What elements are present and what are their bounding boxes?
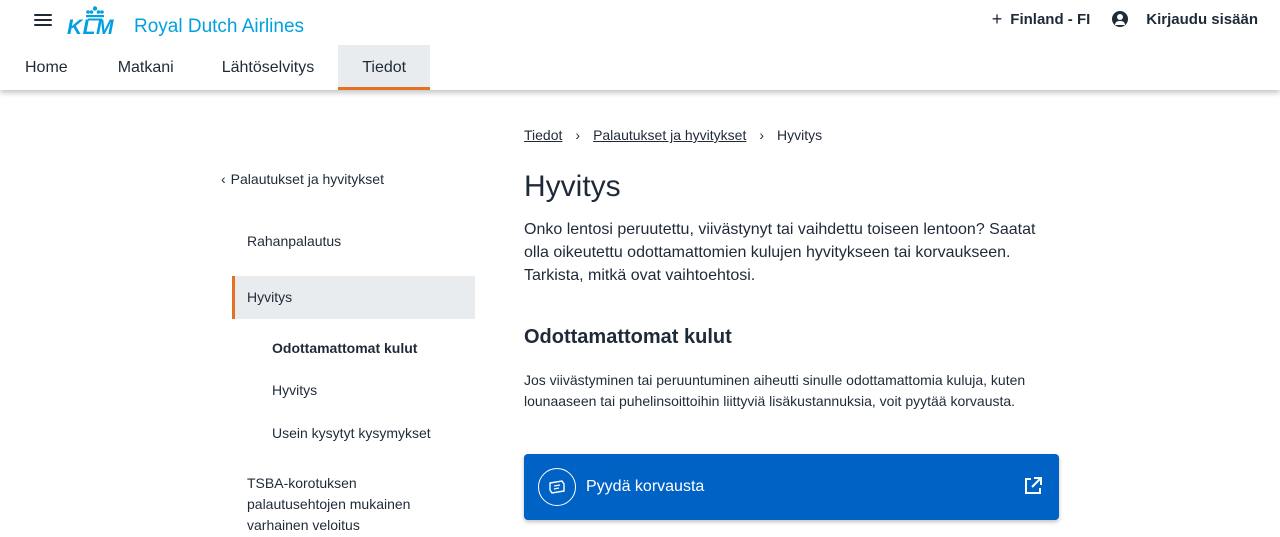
- brand-name: Royal Dutch Airlines: [134, 16, 305, 37]
- klm-logo-text: KLM: [67, 16, 114, 39]
- sidebar-back-link[interactable]: ‹ Palautukset ja hyvitykset: [221, 171, 384, 187]
- plus-icon: +: [991, 9, 1003, 29]
- user-icon: [1112, 11, 1129, 27]
- ticket-icon: [538, 468, 576, 506]
- login-button[interactable]: Kirjaudu sisään: [1112, 11, 1258, 28]
- breadcrumb-palautukset[interactable]: Palautukset ja hyvitykset: [593, 127, 746, 143]
- klm-logo[interactable]: KLM Royal Dutch Airlines: [67, 2, 317, 42]
- tab-home[interactable]: Home: [0, 45, 94, 90]
- breadcrumb-tiedot[interactable]: Tiedot: [524, 127, 562, 143]
- country-label: Finland - FI: [1010, 10, 1091, 28]
- country-selector[interactable]: + Finland - FI: [992, 10, 1091, 28]
- breadcrumb-current: Hyvitys: [777, 127, 823, 143]
- sidebar-item-hyvitys[interactable]: Hyvitys: [232, 276, 475, 319]
- external-link-icon: [1025, 477, 1042, 494]
- main-nav: Home Matkani Lähtöselvitys Tiedot: [0, 45, 431, 90]
- chevron-right-icon: ›: [575, 127, 581, 143]
- tab-matkani[interactable]: Matkani: [94, 45, 198, 90]
- request-compensation-button[interactable]: Pyydä korvausta: [524, 454, 1059, 520]
- header-actions: + Finland - FI Kirjaudu sisään: [992, 10, 1258, 28]
- tab-tiedot[interactable]: Tiedot: [338, 45, 431, 90]
- sidebar-item-rahanpalautus[interactable]: Rahanpalautus: [232, 231, 475, 252]
- sidebar-subitem-odottamattomat-kulut[interactable]: Odottamattomat kulut: [272, 340, 417, 356]
- site-header: KLM Royal Dutch Airlines + Finland - FI …: [0, 0, 1280, 90]
- sidebar-item-tsba[interactable]: TSBA-korotuksen palautusehtojen mukainen…: [232, 473, 442, 536]
- page-title: Hyvitys: [524, 170, 621, 203]
- section-title: Odottamattomat kulut: [524, 326, 732, 348]
- intro-text: Onko lentosi peruutettu, viivästynyt tai…: [524, 221, 1036, 284]
- sidebar-subitem-hyvitys[interactable]: Hyvitys: [272, 382, 317, 398]
- login-label: Kirjaudu sisään: [1146, 10, 1258, 28]
- sidebar-subitem-usein-kysytyt[interactable]: Usein kysytyt kysymykset: [272, 425, 431, 441]
- cta-label: Pyydä korvausta: [586, 478, 705, 495]
- tab-lahtoselvitys[interactable]: Lähtöselvitys: [198, 45, 339, 90]
- menu-icon[interactable]: [34, 12, 52, 28]
- klm-crown-icon: KLM: [67, 6, 123, 42]
- sidebar-back-label: Palautukset ja hyvitykset: [230, 171, 384, 187]
- chevron-left-icon: ‹: [221, 171, 226, 187]
- chevron-right-icon: ›: [759, 127, 765, 143]
- section-text: Jos viivästyminen tai peruuntuminen aihe…: [524, 372, 1026, 409]
- breadcrumb: Tiedot › Palautukset ja hyvitykset › Hyv…: [524, 127, 822, 143]
